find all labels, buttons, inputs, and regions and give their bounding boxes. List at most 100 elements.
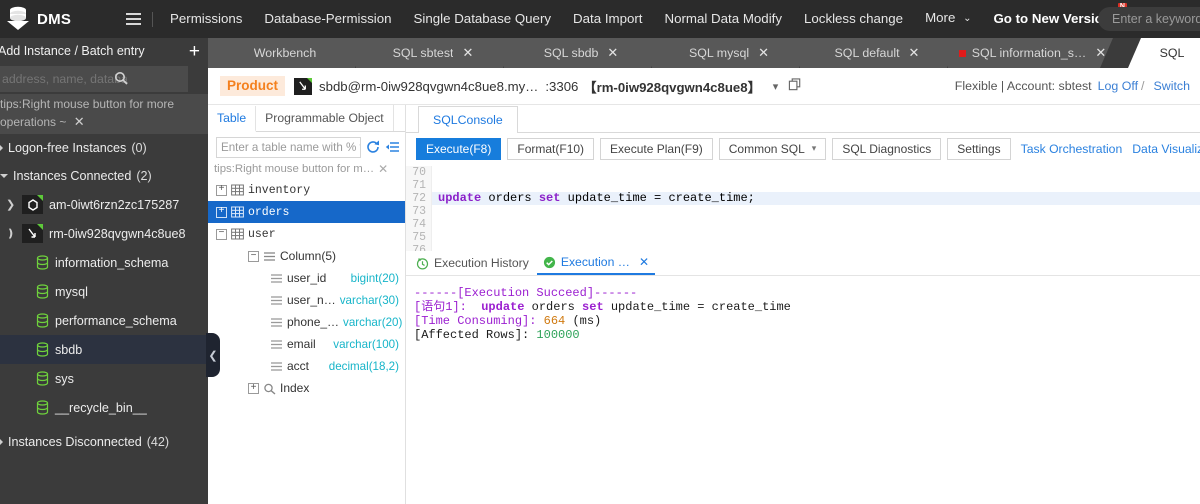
sidebar-db-sbdb[interactable]: sbdb — [0, 335, 208, 364]
database-icon — [36, 255, 49, 270]
tree-table-user[interactable]: − user — [208, 223, 405, 245]
add-instance-row[interactable]: Add Instance / Batch entry + — [0, 38, 208, 64]
tab-sql-information-schema[interactable]: SQL information_s… ✕ — [948, 38, 1113, 68]
line-number: 76 — [412, 244, 426, 251]
tab-workbench[interactable]: Workbench — [208, 38, 368, 68]
tree-column-phone[interactable]: phone_… varchar(20) — [208, 311, 405, 333]
close-icon[interactable]: ✕ — [74, 114, 85, 129]
connection-bar: Product sbdb@rm-0iw928qvgwn4c8ue8.my… :3… — [208, 68, 1200, 105]
nav-item-database-permission[interactable]: Database-Permission — [253, 0, 402, 38]
table-icon — [231, 206, 244, 218]
sidebar-db-mysql[interactable]: mysql — [0, 277, 208, 306]
chevron-down-icon[interactable]: ❫ — [6, 227, 16, 240]
line-number: 74 — [412, 218, 426, 231]
sidebar-group-logon-free[interactable]: Logon-free Instances (0) — [0, 134, 208, 162]
tree-column-email[interactable]: email varchar(100) — [208, 333, 405, 355]
nav-item-data-import[interactable]: Data Import — [562, 0, 653, 38]
task-orchestration-link[interactable]: Task Orchestration — [1021, 142, 1123, 156]
tab-sql-sbtest[interactable]: SQL sbtest ✕ — [356, 38, 516, 68]
database-icon — [36, 400, 49, 415]
close-icon[interactable]: ✕ — [462, 45, 473, 61]
close-icon[interactable]: ✕ — [378, 162, 388, 176]
collapse-icon[interactable]: − — [248, 250, 259, 262]
tree-table-label: inventory — [248, 183, 311, 197]
collapse-icon[interactable]: − — [216, 228, 227, 240]
chevron-down-icon[interactable]: ▾ — [773, 80, 779, 93]
brand-logo[interactable]: DMS — [0, 5, 120, 33]
sidebar-db-performance-schema[interactable]: performance_schema — [0, 306, 208, 335]
instance-search-input[interactable] — [0, 66, 183, 92]
nav-item-lockless-change[interactable]: Lockless change — [793, 0, 914, 38]
tab-execution-result[interactable]: Execution … ✕ — [536, 251, 655, 275]
expand-icon[interactable]: + — [248, 382, 259, 394]
settings-button[interactable]: Settings — [947, 137, 1011, 160]
sql-code-area[interactable]: update orders set update_time = create_t… — [432, 166, 1200, 251]
sidebar-db-recycle-bin[interactable]: __recycle_bin__ — [0, 393, 208, 422]
close-icon[interactable]: ✕ — [639, 255, 649, 269]
global-search-input[interactable]: Enter a keyword a — [1098, 7, 1200, 31]
tab-sqlconsole[interactable]: SQLConsole — [418, 106, 518, 133]
tree-table-orders[interactable]: + orders — [208, 201, 405, 223]
hamburger-menu-icon[interactable] — [120, 13, 146, 25]
tab-table[interactable]: Table — [208, 106, 257, 132]
refresh-icon[interactable] — [365, 139, 381, 155]
tree-column-user-name[interactable]: user_n… varchar(30) — [208, 289, 405, 311]
chevron-down-icon: ⌄ — [963, 13, 972, 24]
sql-keyword: update — [438, 191, 482, 205]
chevron-right-icon[interactable]: ❯ — [6, 198, 16, 211]
tree-column-type: decimal(18,2) — [328, 359, 399, 373]
sidebar-collapse-handle[interactable]: ❮ — [206, 333, 220, 377]
switch-account-link[interactable]: Switch — [1154, 79, 1191, 93]
close-icon[interactable]: ✕ — [909, 45, 920, 61]
instance-icon — [22, 195, 43, 214]
tree-column-acct[interactable]: acct decimal(18,2) — [208, 355, 405, 377]
expand-icon[interactable]: + — [216, 184, 227, 196]
tab-sql-sbdb[interactable]: SQL sbdb ✕ — [504, 38, 664, 68]
execute-button[interactable]: Execute(F8) — [416, 137, 502, 160]
tab-programmable-object[interactable]: Programmable Object — [256, 105, 394, 131]
object-tree-panel: Table Programmable Object Enter a table … — [208, 105, 406, 504]
database-icon — [36, 284, 49, 299]
chevron-down-icon — [0, 174, 8, 178]
close-icon[interactable]: ✕ — [607, 45, 618, 61]
plus-icon[interactable]: + — [189, 42, 200, 61]
tab-execution-history[interactable]: Execution History — [410, 251, 535, 275]
sidebar-instance-am[interactable]: ❯ am-0iwt6rzn2zc175287 — [0, 190, 208, 219]
data-visualization-link[interactable]: Data Visualization — [1132, 142, 1200, 156]
sidebar-db-information-schema[interactable]: information_schema — [0, 248, 208, 277]
nav-item-normal-data-modify[interactable]: Normal Data Modify — [654, 0, 794, 38]
execute-plan-button[interactable]: Execute Plan(F9) — [600, 137, 713, 160]
sidebar-instance-rm[interactable]: ❫ rm-0iw928qvgwn4c8ue8 — [0, 219, 208, 248]
search-icon[interactable] — [114, 71, 128, 85]
tree-column-group[interactable]: − Column(5) — [208, 245, 405, 267]
nav-item-permissions[interactable]: Permissions — [159, 0, 253, 38]
format-button[interactable]: Format(F10) — [507, 137, 595, 160]
close-icon[interactable]: ✕ — [1095, 45, 1106, 61]
tree-column-name: user_n… — [287, 293, 336, 307]
tab-sql-default[interactable]: SQL default ✕ — [800, 38, 960, 68]
sidebar-group-instances-disconnected[interactable]: Instances Disconnected (42) — [0, 428, 208, 456]
sql-editor[interactable]: 70 71 72 73 74 75 76 update orders set u… — [406, 166, 1200, 251]
instance-search-field[interactable] — [0, 66, 183, 92]
tab-sql-active[interactable]: SQL — [1128, 38, 1200, 68]
sidebar-group-instances-connected[interactable]: Instances Connected (2) — [0, 162, 208, 190]
tree-column-name: user_id — [287, 271, 327, 285]
line-number: 75 — [412, 231, 426, 244]
tree-table-inventory[interactable]: + inventory — [208, 179, 405, 201]
sql-diagnostics-button[interactable]: SQL Diagnostics — [832, 137, 942, 160]
copy-icon[interactable] — [788, 77, 803, 95]
nav-item-more[interactable]: More ⌄ — [914, 0, 982, 39]
tree-column-type: varchar(30) — [339, 293, 399, 307]
table-search-placeholder: Enter a table name with % t — [221, 140, 361, 154]
tab-sql-mysql[interactable]: SQL mysql ✕ — [652, 38, 812, 68]
log-off-link[interactable]: Log Off — [1098, 79, 1138, 93]
nav-item-single-database-query[interactable]: Single Database Query — [403, 0, 562, 38]
table-search-input[interactable]: Enter a table name with % t — [216, 136, 361, 158]
tree-index-group[interactable]: + Index — [208, 377, 405, 399]
expand-icon[interactable]: + — [216, 206, 227, 218]
sidebar-db-sys[interactable]: sys — [0, 364, 208, 393]
tree-column-user-id[interactable]: user_id bigint(20) — [208, 267, 405, 289]
list-options-icon[interactable] — [385, 139, 401, 155]
close-icon[interactable]: ✕ — [758, 45, 769, 61]
common-sql-dropdown[interactable]: Common SQL ▾ — [718, 137, 827, 160]
